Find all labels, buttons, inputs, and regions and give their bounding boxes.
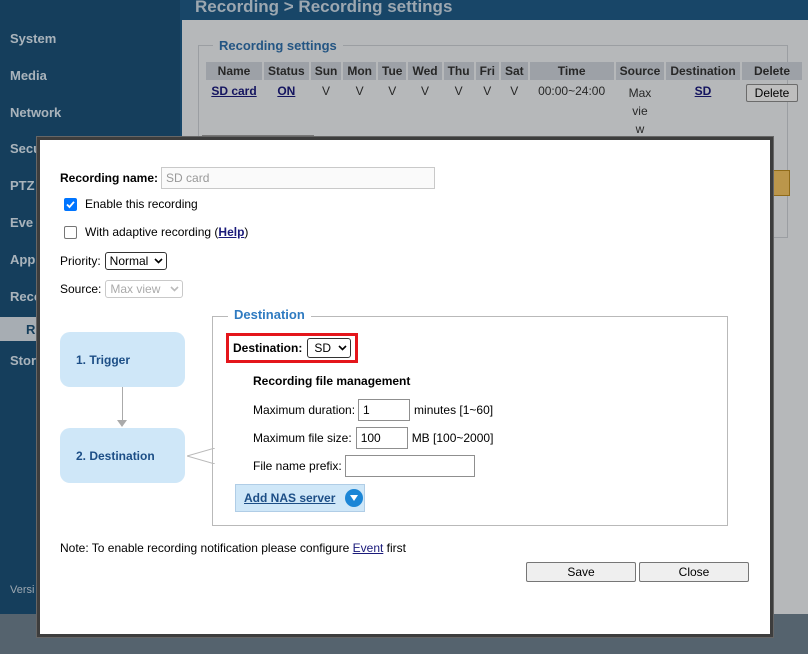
recording-name-input [161, 167, 436, 189]
source-value: Max view [110, 282, 161, 296]
max-file-size-label: Maximum file size: [253, 431, 352, 445]
chevron-down-icon [154, 258, 163, 264]
enable-recording-checkbox[interactable] [64, 197, 77, 211]
add-nas-server-button[interactable]: Add NAS server [235, 484, 365, 512]
recording-dialog: Recording name: Enable this recording Wi… [37, 137, 773, 637]
max-file-size-input[interactable] [355, 427, 408, 449]
add-nas-server-label: Add NAS server [244, 491, 336, 505]
step-connector [122, 387, 123, 423]
enable-recording-row: Enable this recording [64, 197, 198, 211]
step-trigger-label: 1. Trigger [76, 352, 131, 367]
expand-down-icon [345, 489, 364, 507]
source-row: Source: Max view [60, 280, 184, 298]
adaptive-close-paren: ) [244, 225, 249, 239]
max-duration-input[interactable] [358, 399, 411, 421]
destination-legend: Destination [228, 307, 311, 322]
priority-select[interactable]: Normal [104, 252, 167, 270]
file-prefix-input[interactable] [344, 455, 475, 477]
close-label: Close [678, 565, 710, 579]
max-duration-unit: minutes [1~60] [414, 403, 494, 417]
destination-select[interactable]: SD [307, 338, 352, 358]
file-prefix-row: File name prefix: [253, 455, 475, 477]
note-row: Note: To enable recording notification p… [60, 541, 406, 555]
event-link[interactable]: Event [353, 541, 384, 555]
arrow-down-icon [117, 420, 127, 427]
max-duration-label: Maximum duration: [253, 403, 356, 417]
destination-value: SD [314, 341, 332, 355]
adaptive-recording-checkbox[interactable] [64, 225, 77, 239]
max-file-size-row: Maximum file size: MB [100~2000] [253, 427, 493, 449]
step-trigger[interactable]: 1. Trigger [60, 332, 185, 387]
enable-recording-label: Enable this recording [85, 197, 198, 211]
adaptive-recording-row: With adaptive recording (Help) [64, 225, 248, 239]
save-button[interactable]: Save [526, 562, 636, 582]
step-destination[interactable]: 2. Destination [60, 428, 185, 483]
close-button[interactable]: Close [639, 562, 749, 582]
save-label: Save [567, 565, 595, 579]
file-prefix-label: File name prefix: [253, 459, 342, 473]
max-file-size-unit: MB [100~2000] [411, 431, 494, 445]
checkmark-icon [66, 200, 75, 208]
source-select: Max view [105, 280, 184, 298]
chevron-down-icon [170, 286, 179, 292]
destination-row: Destination: SD [233, 338, 352, 358]
note-text: Note: To enable recording notification p… [60, 541, 353, 555]
file-management-title: Recording file management [253, 374, 411, 388]
destination-label: Destination: [233, 341, 303, 355]
priority-label: Priority: [60, 254, 101, 268]
recording-name-label: Recording name: [60, 171, 159, 185]
recording-name-row: Recording name: [60, 167, 436, 189]
step-destination-label: 2. Destination [76, 448, 155, 463]
max-duration-row: Maximum duration: minutes [1~60] [253, 399, 493, 421]
callout-pointer-icon [187, 448, 215, 464]
chevron-down-icon [338, 345, 347, 351]
adaptive-recording-label: With adaptive recording ( [85, 225, 219, 239]
help-link[interactable]: Help [218, 225, 244, 239]
priority-value: Normal [109, 254, 149, 268]
source-label: Source: [60, 282, 102, 296]
note-suffix: first [383, 541, 406, 555]
priority-row: Priority: Normal [60, 252, 167, 270]
